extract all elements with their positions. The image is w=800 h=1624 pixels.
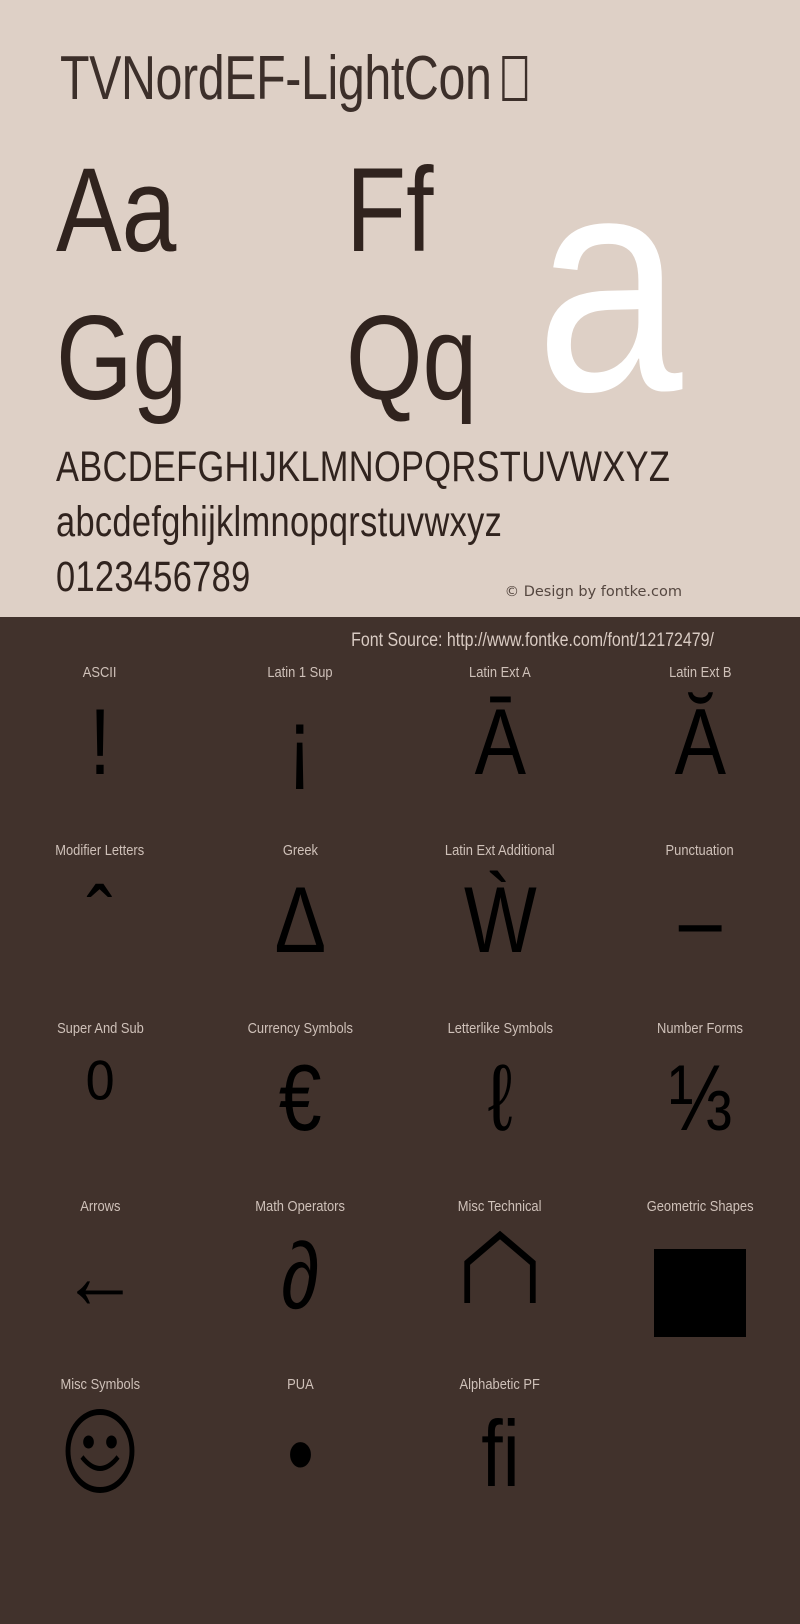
block-label: Greek — [282, 842, 318, 859]
letter-pair-ff: Ff — [346, 143, 434, 277]
superscript-zero-glyph: ⁰ — [84, 1045, 116, 1150]
block-label: Currency Symbols — [247, 1020, 353, 1037]
unicode-block-cell-greek: Greek Δ — [200, 830, 400, 1008]
exclamation-mark-glyph: ! — [89, 689, 111, 794]
block-label: Latin 1 Sup — [267, 664, 333, 681]
bullet-dot-glyph: • — [286, 1401, 314, 1506]
letter-pair-gg: Gg — [56, 291, 188, 425]
leftwards-arrow-glyph: ← — [61, 1223, 139, 1328]
block-label: Letterlike Symbols — [447, 1020, 553, 1037]
unicode-block-cell-modifier-letters: Modifier Letters ˆ — [0, 830, 200, 1008]
block-label: Misc Symbols — [60, 1376, 140, 1393]
script-small-l-glyph: ℓ — [487, 1045, 513, 1150]
showcase-letter: a — [535, 109, 682, 456]
lowercase-alphabet: abcdefghijklmnopqrstuvwxyz — [56, 498, 503, 547]
block-label: Misc Technical — [458, 1198, 542, 1215]
block-label: Latin Ext Additional — [445, 842, 555, 859]
block-label: PUA — [286, 1376, 314, 1393]
page-title: TVNordEF-LightCon — [60, 48, 528, 110]
unicode-block-cell-latin-ext-b: Latin Ext B Ă — [600, 652, 800, 830]
block-label: Latin Ext A — [469, 664, 531, 681]
unicode-block-cell-number-forms: Number Forms ⅓ — [600, 1008, 800, 1186]
letter-pair-qq: Qq — [346, 291, 478, 425]
unicode-block-row: Misc Symbols PUA • Alphabetic PF ﬁ — [0, 1364, 800, 1542]
house-symbol-glyph — [462, 1229, 537, 1309]
font-name-text: TVNordEF-LightCon — [60, 44, 492, 113]
block-label: Super And Sub — [56, 1020, 144, 1037]
white-smiling-face-glyph — [64, 1407, 136, 1495]
uppercase-alphabet: ABCDEFGHIJKLMNOPQRSTUVWXYZ — [56, 443, 671, 491]
letter-pair-samples: Aa Ff Gg Qq — [56, 150, 486, 430]
specimen-preview-panel: TVNordEF-LightCon Aa Ff Gg Qq a ABCDEFGH… — [0, 0, 800, 617]
missing-glyph-box-icon — [502, 55, 528, 102]
font-source-link[interactable]: Font Source: http://www.fontke.com/font/… — [351, 630, 714, 652]
unicode-block-row: Arrows ← Math Operators ∂ Misc Technical — [0, 1186, 800, 1364]
unicode-block-row: ASCII ! Latin 1 Sup ¡ Latin Ext A Ā Lati… — [0, 652, 800, 830]
w-grave-glyph: Ẁ — [463, 867, 537, 972]
partial-differential-glyph: ∂ — [280, 1223, 320, 1328]
unicode-block-cell-ascii: ASCII ! — [0, 652, 200, 830]
block-label: Geometric Shapes — [646, 1198, 754, 1215]
unicode-block-row: Modifier Letters ˆ Greek Δ Latin Ext Add… — [0, 830, 800, 1008]
unicode-block-cell-punctuation: Punctuation – — [600, 830, 800, 1008]
block-label: Modifier Letters — [55, 842, 145, 859]
unicode-block-cell-pua: PUA • — [200, 1364, 400, 1542]
fi-ligature-glyph: ﬁ — [480, 1401, 520, 1506]
unicode-block-cell-alphabetic-pf: Alphabetic PF ﬁ — [400, 1364, 600, 1542]
euro-sign-glyph: € — [278, 1045, 322, 1150]
unicode-block-cell-latin-ext-additional: Latin Ext Additional Ẁ — [400, 830, 600, 1008]
unicode-block-cell-currency-symbols: Currency Symbols € — [200, 1008, 400, 1186]
block-label: Latin Ext B — [668, 664, 732, 681]
copyright-notice: © Design by fontke.com — [504, 584, 682, 600]
unicode-blocks-panel: Font Source: http://www.fontke.com/font/… — [0, 617, 800, 1624]
font-specimen-page: TVNordEF-LightCon Aa Ff Gg Qq a ABCDEFGH… — [0, 0, 800, 1624]
unicode-block-cell-letterlike-symbols: Letterlike Symbols ℓ — [400, 1008, 600, 1186]
inverted-exclamation-mark-glyph: ¡ — [287, 689, 313, 794]
one-third-fraction-glyph: ⅓ — [667, 1045, 733, 1150]
en-dash-glyph: – — [678, 867, 722, 972]
block-label: Alphabetic PF — [459, 1376, 541, 1393]
unicode-block-cell-super-and-sub: Super And Sub ⁰ — [0, 1008, 200, 1186]
unicode-block-cell-misc-symbols: Misc Symbols — [0, 1364, 200, 1542]
unicode-block-cell-math-operators: Math Operators ∂ — [200, 1186, 400, 1364]
block-label: ASCII — [83, 664, 117, 681]
a-breve-glyph: Ă — [674, 689, 726, 794]
alphabet-sample-block: ABCDEFGHIJKLMNOPQRSTUVWXYZ abcdefghijklm… — [56, 440, 756, 605]
unicode-block-cell-arrows: Arrows ← — [0, 1186, 200, 1364]
letter-pair-aa: Aa — [56, 143, 177, 277]
block-label: Number Forms — [656, 1020, 743, 1037]
greek-capital-delta-glyph: Δ — [274, 867, 326, 972]
unicode-block-row: Super And Sub ⁰ Currency Symbols € Lette… — [0, 1008, 800, 1186]
unicode-block-cell-misc-technical: Misc Technical — [400, 1186, 600, 1364]
unicode-block-cell-latin-ext-a: Latin Ext A Ā — [400, 652, 600, 830]
unicode-block-grid: ASCII ! Latin 1 Sup ¡ Latin Ext A Ā Lati… — [0, 652, 800, 1542]
block-label: Arrows — [79, 1198, 121, 1215]
block-label: Math Operators — [255, 1198, 345, 1215]
unicode-block-cell-latin-1-sup: Latin 1 Sup ¡ — [200, 652, 400, 830]
black-square-glyph — [654, 1249, 746, 1337]
unicode-block-cell-geometric-shapes: Geometric Shapes — [600, 1186, 800, 1364]
modifier-circumflex-glyph: ˆ — [87, 867, 113, 972]
a-macron-glyph: Ā — [474, 689, 526, 794]
block-label: Punctuation — [665, 842, 735, 859]
